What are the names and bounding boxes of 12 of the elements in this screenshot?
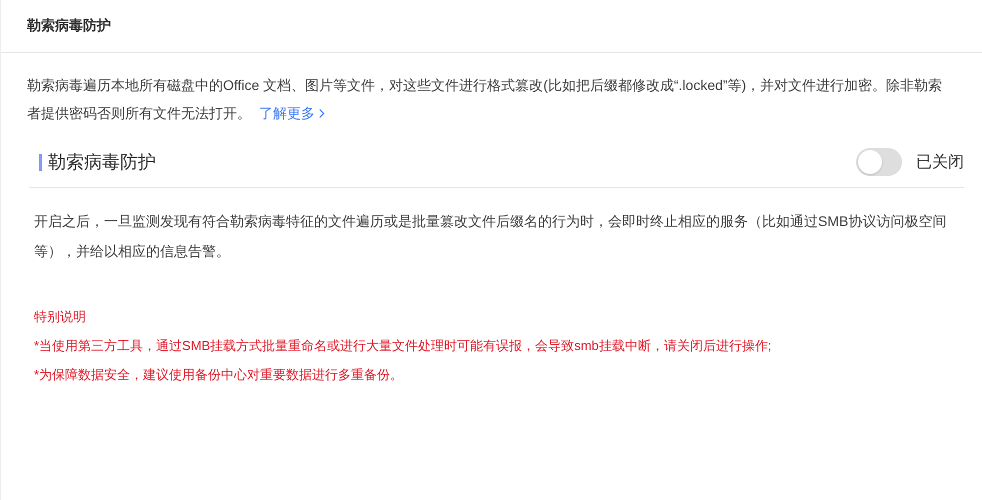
toggle-switch[interactable] [856,148,902,176]
intro-paragraph: 勒索病毒遍历本地所有磁盘中的Office 文档、图片等文件，对这些文件进行格式篡改(比如把后缀都修改成“.locked”等)，并对文件进行加密。除非勒索者提供密码否则所有文件无法打开。 了解更多 [27,76,944,123]
setting-description: 开启之后，一旦监测发现有符合勒索病毒特征的文件遍历或是批量篡改文件后缀名的行为时，会即时终止相应的服务（比如通过SMB协议访问极空间等），并给以相应的信息告警。 [34,212,948,261]
page-title: 勒索病毒防护 [27,17,111,35]
note-text: *为保障数据安全，建议使用备份中心对重要数据进行多重备份。 [34,366,404,384]
notes-title: 特别说明 [34,308,87,326]
accent-bar [39,154,42,170]
chevron-right-icon [318,108,325,119]
learn-more-link[interactable]: 了解更多 [259,105,325,121]
note-text: *当使用第三方工具，通过SMB挂载方式批量重命名或进行大量文件处理时可能有误报，会导致smb挂载中断，请关闭后进行操作; [34,337,772,355]
section-title: 勒索病毒防护 [48,151,156,174]
toggle-status: 已关闭 [916,152,964,172]
